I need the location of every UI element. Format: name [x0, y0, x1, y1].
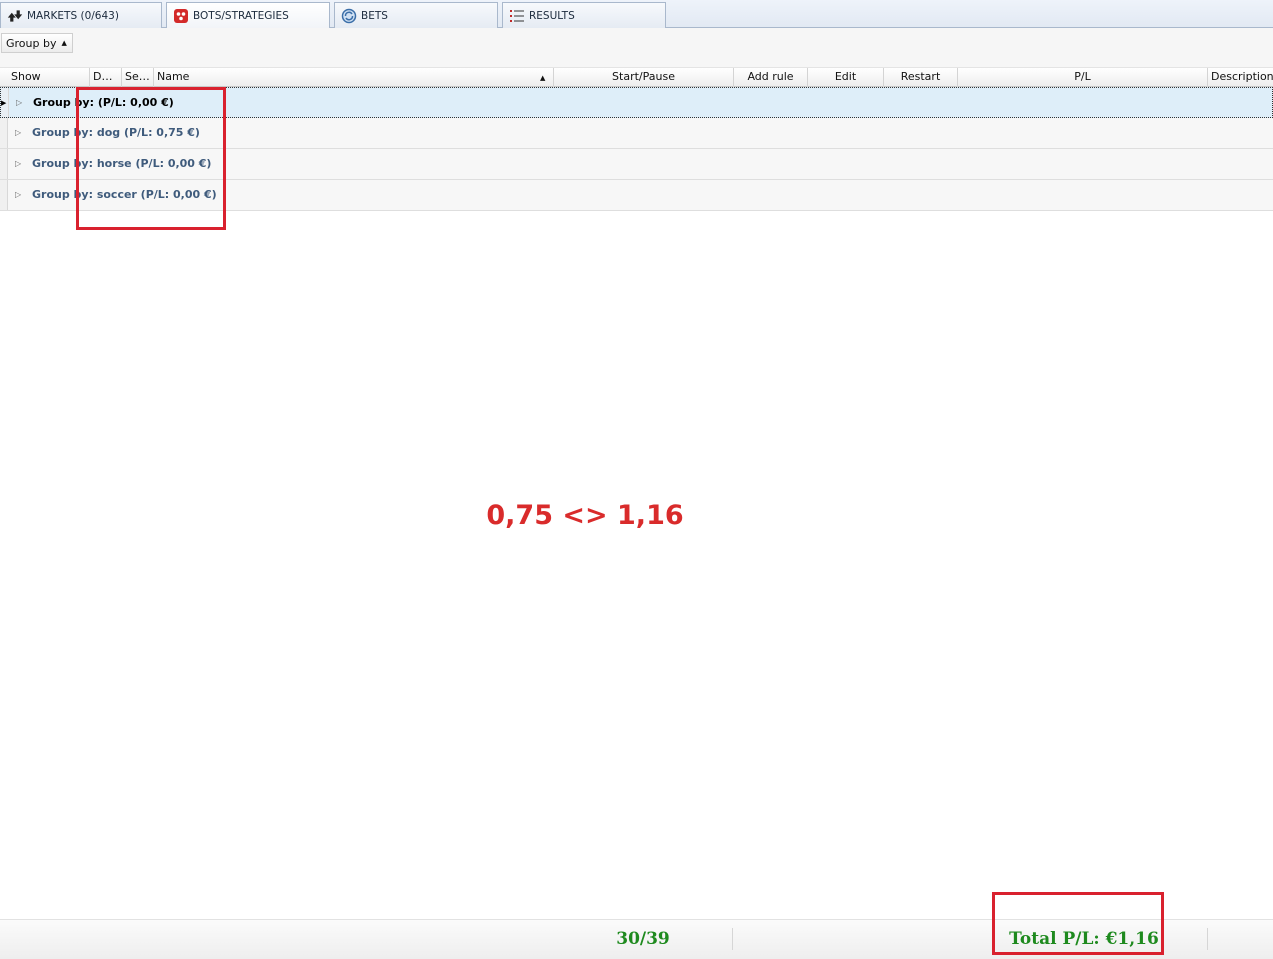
- tab-label: BETS: [361, 9, 388, 22]
- bots-icon: [173, 8, 189, 24]
- column-se[interactable]: Se…: [122, 68, 154, 87]
- tab-bets[interactable]: BETS: [334, 2, 498, 28]
- group-by-button[interactable]: Group by ▲: [1, 33, 73, 53]
- annotation-text: 0,75 <> 1,16: [486, 500, 684, 531]
- tab-label: BOTS/STRATEGIES: [193, 10, 289, 22]
- column-description[interactable]: Description: [1208, 68, 1273, 87]
- grid-header: Show D… Se… Name ▲ Start/Pause Add rule …: [0, 68, 1273, 87]
- highlight-box-groups: [76, 87, 226, 230]
- tab-markets[interactable]: MARKETS (0/643): [0, 2, 162, 28]
- expand-icon[interactable]: ▷: [16, 98, 22, 107]
- tab-label: MARKETS (0/643): [27, 9, 119, 22]
- caret-up-icon: ▲: [61, 39, 67, 47]
- column-name[interactable]: Name: [154, 68, 554, 87]
- column-edit[interactable]: Edit: [808, 68, 884, 87]
- column-show[interactable]: Show: [8, 68, 90, 87]
- current-row-arrow-icon: ▶: [1, 99, 7, 107]
- row-indicator: [0, 180, 8, 210]
- tab-results[interactable]: RESULTS: [502, 2, 666, 28]
- toolbar: Group by ▲: [0, 28, 1273, 68]
- sort-ascending-icon: ▲: [540, 74, 546, 82]
- markets-arrows-icon: [7, 8, 23, 24]
- column-add-rule[interactable]: Add rule: [734, 68, 808, 87]
- row-indicator: [0, 118, 8, 148]
- row-indicator: [0, 149, 8, 179]
- status-separator: [732, 928, 733, 950]
- column-restart[interactable]: Restart: [884, 68, 958, 87]
- results-list-icon: [509, 8, 525, 24]
- column-start-pause[interactable]: Start/Pause: [554, 68, 734, 87]
- status-separator: [1207, 928, 1208, 950]
- column-d[interactable]: D…: [90, 68, 122, 87]
- highlight-box-total: [992, 892, 1164, 955]
- group-by-label: Group by: [6, 36, 57, 50]
- expand-icon[interactable]: ▷: [15, 190, 21, 199]
- expand-icon[interactable]: ▷: [15, 128, 21, 137]
- expand-icon[interactable]: ▷: [15, 159, 21, 168]
- column-pl[interactable]: P/L: [958, 68, 1208, 87]
- tab-label: RESULTS: [529, 9, 575, 22]
- bets-refresh-icon: [341, 8, 357, 24]
- bots-count: 30/39: [616, 929, 670, 949]
- tab-strip: MARKETS (0/643) BOTS/STRATEGIES BETS RES…: [0, 0, 1273, 29]
- tab-bots-strategies[interactable]: BOTS/STRATEGIES: [166, 2, 330, 29]
